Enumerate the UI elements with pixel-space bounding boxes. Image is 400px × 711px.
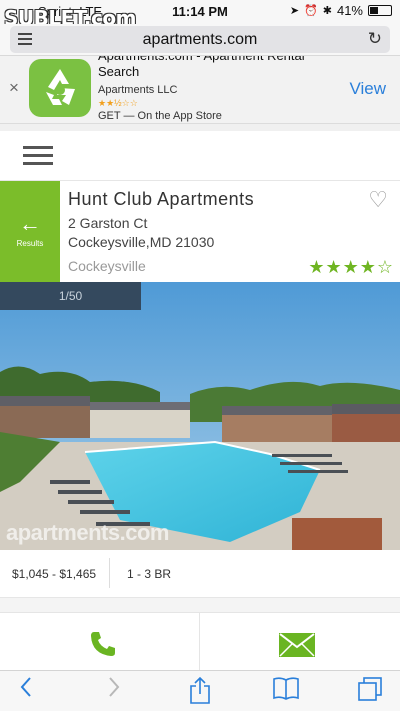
url-text[interactable]: apartments.com bbox=[10, 31, 390, 49]
battery-icon bbox=[368, 5, 392, 16]
recycle-logo-icon bbox=[46, 69, 75, 105]
bookmarks-icon[interactable] bbox=[266, 676, 306, 706]
site-header bbox=[0, 124, 400, 180]
email-button[interactable] bbox=[200, 613, 400, 671]
address-line-1: 2 Garston Ct bbox=[68, 215, 148, 231]
forward-icon[interactable] bbox=[94, 676, 134, 706]
neighborhood-link[interactable]: Cockeysville bbox=[68, 258, 146, 274]
divider bbox=[109, 558, 110, 588]
back-to-results-button[interactable]: ← Results bbox=[0, 181, 60, 283]
hamburger-icon[interactable] bbox=[23, 146, 53, 170]
price-beds-row: $1,045 - $1,465 1 - 3 BR bbox=[0, 550, 400, 598]
listing-card: ← Results Hunt Club Apartments 2 Garston… bbox=[0, 180, 400, 283]
back-arrow-icon: ← bbox=[19, 211, 41, 236]
property-name: Hunt Club Apartments bbox=[68, 189, 255, 209]
tabs-icon[interactable] bbox=[350, 676, 390, 706]
bedroom-range: 1 - 3 BR bbox=[127, 567, 172, 581]
photo-counter: 1/50 bbox=[0, 282, 141, 310]
app-store-get-text: GET — On the App Store bbox=[98, 110, 222, 122]
reload-icon[interactable]: ↻ bbox=[368, 29, 382, 49]
view-app-button[interactable]: View bbox=[349, 79, 386, 99]
pool-photo-image bbox=[0, 282, 400, 550]
status-icons: ➤ ⏰ ✱ 41% bbox=[290, 3, 392, 18]
section-gap bbox=[0, 598, 400, 612]
address-field[interactable]: apartments.com ↻ bbox=[10, 26, 390, 53]
back-icon[interactable] bbox=[6, 676, 46, 706]
battery-fill bbox=[370, 7, 378, 14]
battery-percent: 41% bbox=[336, 3, 363, 18]
rent-range: $1,045 - $1,465 bbox=[12, 567, 97, 581]
close-icon[interactable]: × bbox=[9, 78, 19, 98]
browser-url-bar: apartments.com ↻ bbox=[0, 24, 400, 56]
call-button[interactable] bbox=[0, 613, 200, 671]
bluetooth-icon: ✱ bbox=[322, 5, 332, 17]
location-icon: ➤ bbox=[289, 5, 300, 17]
address-line-2: Cockeysville,MD 21030 bbox=[68, 234, 215, 250]
app-rating-stars: ★★½☆☆ bbox=[98, 98, 138, 108]
phone-icon bbox=[91, 632, 115, 656]
favorite-heart-icon[interactable]: ♡ bbox=[368, 187, 388, 213]
alarm-icon: ⏰ bbox=[304, 5, 318, 17]
property-photo[interactable]: 1/50 apartments.com bbox=[0, 282, 400, 550]
back-label: Results bbox=[16, 239, 44, 248]
envelope-icon bbox=[279, 633, 315, 657]
share-icon[interactable] bbox=[180, 676, 220, 706]
contact-bar bbox=[0, 612, 400, 671]
app-vendor: Apartments LLC bbox=[98, 84, 178, 96]
browser-toolbar bbox=[0, 670, 400, 711]
smart-app-banner: × Apartments.com - Apartment Rental Sear… bbox=[0, 56, 400, 124]
rating-stars: ★★★★☆ bbox=[308, 257, 394, 277]
app-icon[interactable] bbox=[29, 59, 91, 117]
app-title: Apartments.com - Apartment Rental Search bbox=[98, 56, 305, 79]
photo-watermark: apartments.com bbox=[6, 520, 169, 545]
